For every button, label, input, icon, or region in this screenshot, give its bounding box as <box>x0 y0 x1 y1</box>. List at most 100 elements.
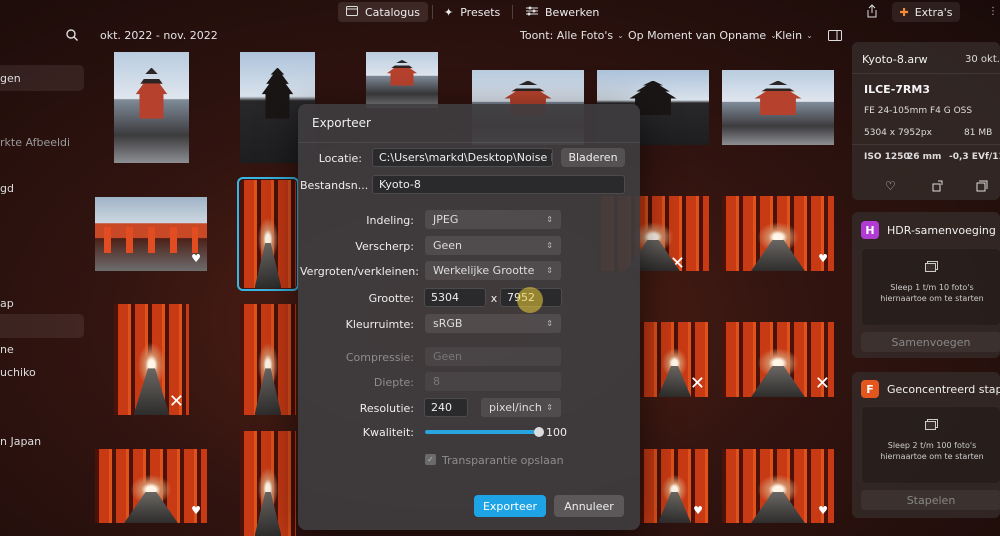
photo-thumbnail[interactable]: ♥ <box>722 449 834 523</box>
tab-catalogus[interactable]: Catalogus <box>338 2 428 22</box>
info-aperture: f/11 <box>985 152 1000 162</box>
size-label: Grootte: <box>368 292 414 305</box>
tab-separator <box>432 5 433 19</box>
export-button[interactable]: Exporteer <box>474 495 546 517</box>
photo-thumbnail[interactable] <box>240 431 296 536</box>
focus-plugin-icon: F <box>861 380 879 398</box>
heart-icon[interactable]: ♥ <box>191 252 201 265</box>
more-icon[interactable]: ⋮ <box>988 6 998 17</box>
reject-x-icon[interactable]: ✕ <box>169 393 184 411</box>
drop-hint: Sleep 2 t/m 100 foto's hiernaartoe om te… <box>880 441 984 461</box>
photo-thumbnail[interactable]: ♥ <box>95 449 207 523</box>
width-input[interactable]: 5304 <box>424 288 486 307</box>
merge-button[interactable]: Samenvoegen <box>861 332 1000 352</box>
tab-bewerken[interactable]: Bewerken <box>518 2 607 22</box>
format-label: Indeling: <box>366 214 414 227</box>
sidebar-item-fragment[interactable]: rkte Afbeeldi <box>0 136 70 149</box>
show-filter-label: Toont: Alle Foto's <box>520 29 614 42</box>
divider <box>852 144 1000 145</box>
location-input[interactable]: C:\Users\markd\Desktop\Noise Battle <box>372 148 553 167</box>
tab-presets[interactable]: ✦ Presets <box>436 2 508 22</box>
share-icon[interactable] <box>866 4 878 21</box>
sidebar-item-fragment[interactable]: gd <box>0 182 14 195</box>
format-select[interactable]: JPEG ⇕ <box>425 210 561 229</box>
colorspace-select[interactable]: sRGB ⇕ <box>425 314 561 333</box>
photo-thumbnail[interactable]: ♥ <box>95 197 207 271</box>
updown-chevron-icon: ⇕ <box>546 241 553 250</box>
focus-stack-card: F Geconcentreerd stapele Sleep 2 t/m 100… <box>852 372 1000 518</box>
tab-separator <box>512 5 513 19</box>
sidebar-item-fragment[interactable]: uchiko <box>0 366 36 379</box>
sidebar-item-fragment[interactable]: gen <box>0 72 21 85</box>
depth-label: Diepte: <box>373 376 414 389</box>
photo-thumbnail[interactable] <box>240 304 296 415</box>
colorspace-label: Kleurruimte: <box>345 318 414 331</box>
resize-select[interactable]: Werkelijke Grootte ⇕ <box>425 261 561 280</box>
photo-thumbnail[interactable] <box>722 70 834 145</box>
cancel-button[interactable]: Annuleer <box>554 495 624 517</box>
rotate-icon[interactable] <box>932 180 944 195</box>
heart-icon[interactable]: ♥ <box>693 504 703 517</box>
quality-slider-track[interactable] <box>425 430 538 434</box>
hdr-plugin-icon: H <box>861 221 879 239</box>
heart-icon[interactable]: ♡ <box>885 179 896 193</box>
extras-label: Extra's <box>914 5 953 19</box>
photo-thumbnail[interactable] <box>114 52 189 163</box>
chevron-down-icon: ⌄ <box>806 31 813 40</box>
presets-icon: ✦ <box>444 5 454 19</box>
photo-thumbnail[interactable]: ♥ <box>722 196 834 271</box>
show-filter-dropdown[interactable]: Toont: Alle Foto's ⌄ <box>520 29 624 42</box>
photo-thumbnail[interactable]: ✕ <box>114 304 189 415</box>
heart-icon[interactable]: ♥ <box>191 504 201 517</box>
photo-thumbnail[interactable]: ✕ <box>640 322 709 397</box>
updown-chevron-icon: ⇕ <box>546 403 553 412</box>
depth-select: 8 <box>425 372 561 391</box>
search-icon[interactable] <box>66 29 78 44</box>
sidebar-selected-highlight <box>0 314 84 338</box>
chevron-down-icon: ⌄ <box>617 31 624 40</box>
date-range: okt. 2022 - nov. 2022 <box>100 29 218 42</box>
drop-zone[interactable]: Sleep 2 t/m 100 foto's hiernaartoe om te… <box>861 406 1000 484</box>
photo-info-card: Kyoto-8.arw 30 okt. 2 ILCE-7RM3 FE 24-10… <box>852 42 1000 200</box>
filename-input[interactable]: Kyoto-8 <box>372 175 625 194</box>
info-lens: FE 24-105mm F4 G OSS <box>864 106 973 116</box>
divider <box>852 73 1000 74</box>
info-dimensions: 5304 x 7952px <box>864 128 932 138</box>
photo-thumbnail[interactable] <box>366 52 438 108</box>
stack-button[interactable]: Stapelen <box>861 490 1000 510</box>
photo-thumbnail[interactable]: ✕ <box>722 322 834 397</box>
dialog-title: Exporteer <box>312 116 371 130</box>
drop-zone[interactable]: Sleep 1 t/m 10 foto's hiernaartoe om te … <box>861 248 1000 326</box>
location-label: Locatie: <box>318 152 362 165</box>
quality-slider-handle[interactable] <box>534 427 544 437</box>
updown-chevron-icon: ⇕ <box>546 319 553 328</box>
reject-x-icon[interactable]: ✕ <box>815 375 830 393</box>
sharpen-select[interactable]: Geen ⇕ <box>425 236 561 255</box>
browse-button[interactable]: Bladeren <box>561 148 625 167</box>
panel-toggle-icon[interactable] <box>828 30 842 44</box>
sort-dropdown[interactable]: Op Moment van Opname ⌄ <box>628 29 777 42</box>
resolution-input[interactable]: 240 <box>424 398 468 417</box>
info-filename: Kyoto-8.arw <box>862 53 928 66</box>
updown-chevron-icon: ⇕ <box>546 266 553 275</box>
photo-thumbnail-selected[interactable] <box>237 177 299 291</box>
heart-icon[interactable]: ♥ <box>818 252 828 265</box>
tab-label: Bewerken <box>545 5 600 19</box>
transparency-checkbox: ✓ <box>425 454 436 465</box>
heart-icon[interactable]: ♥ <box>818 504 828 517</box>
edit-sliders-icon <box>526 6 538 19</box>
reject-x-icon[interactable]: ✕ <box>670 255 685 272</box>
stack-icon[interactable] <box>976 180 988 195</box>
extras-button[interactable]: ✚ Extra's <box>892 2 960 22</box>
size-separator: x <box>490 292 498 305</box>
photo-thumbnail[interactable]: ♥ <box>640 449 709 523</box>
reject-x-icon[interactable]: ✕ <box>690 375 705 393</box>
plugin-title: HDR-samenvoeging <box>887 224 996 237</box>
resolution-label: Resolutie: <box>359 402 414 415</box>
sidebar-item-fragment[interactable]: n Japan <box>0 435 41 448</box>
info-date: 30 okt. 2 <box>965 54 1000 65</box>
size-dropdown[interactable]: Klein ⌄ <box>775 29 813 42</box>
sidebar-item-fragment[interactable]: ap <box>0 297 14 310</box>
resolution-unit-select[interactable]: pixel/inch ⇕ <box>481 398 561 417</box>
sidebar-item-fragment[interactable]: ne <box>0 343 14 356</box>
